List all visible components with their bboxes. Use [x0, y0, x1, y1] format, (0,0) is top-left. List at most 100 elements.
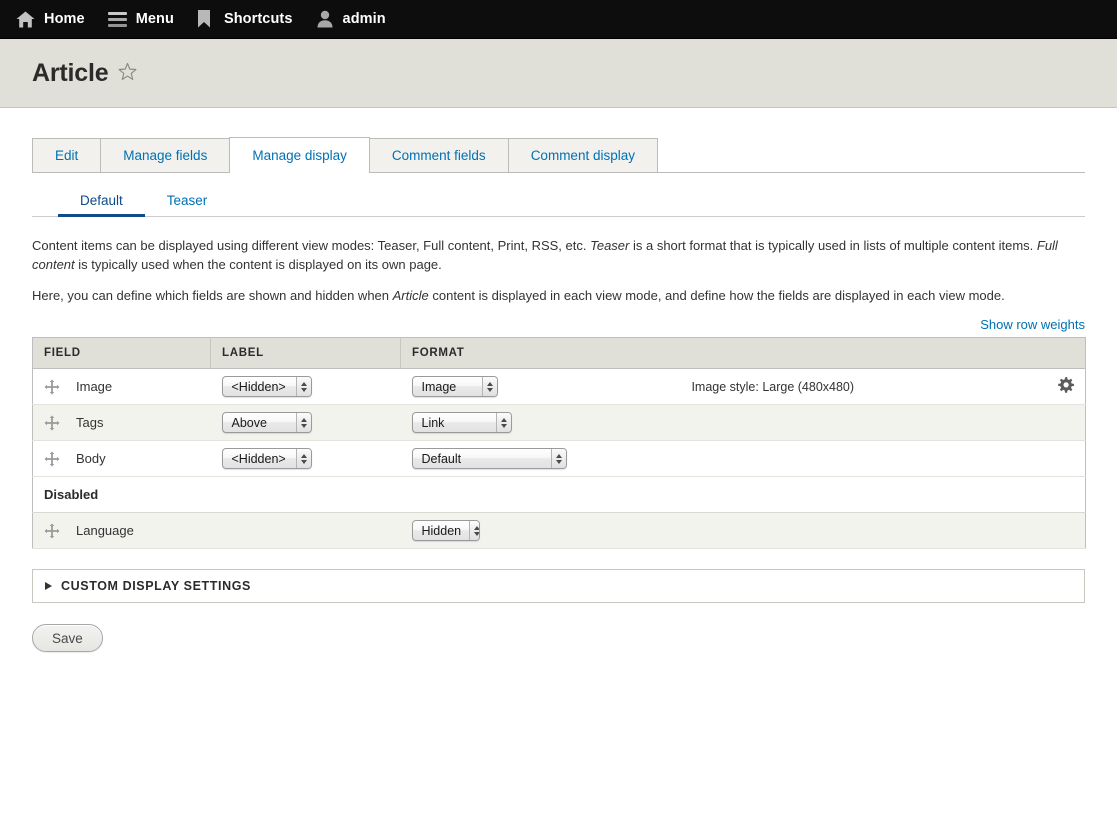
toolbar-item-admin[interactable]: admin: [310, 0, 403, 39]
format-select-language-value: Hidden: [421, 523, 462, 538]
field-label-body: Body: [76, 451, 106, 466]
toolbar-item-menu[interactable]: Menu: [102, 0, 191, 39]
custom-display-settings-label: CUSTOM DISPLAY SETTINGS: [61, 579, 251, 593]
label-select-tags-value: Above: [231, 415, 267, 430]
description-paragraph-2: Here, you can define which fields are sh…: [32, 286, 1085, 305]
triangle-right-icon: [45, 582, 52, 590]
main-content: Edit Manage fields Manage display Commen…: [0, 137, 1117, 652]
field-display-table: FIELD LABEL FORMAT Image <Hidden> Image …: [32, 337, 1086, 549]
field-cell-body: Body: [32, 440, 211, 477]
desc-p2-part-a: Here, you can define which fields are sh…: [32, 288, 393, 303]
label-select-body-value: <Hidden>: [231, 451, 286, 466]
chevron-updown-icon: [481, 377, 497, 396]
format-select-language[interactable]: Hidden: [411, 520, 480, 541]
label-select-image-value: <Hidden>: [231, 379, 286, 394]
page-header: Article: [0, 39, 1117, 108]
column-header-field: FIELD: [32, 337, 211, 369]
format-select-body[interactable]: Default: [411, 448, 567, 469]
desc-p1-part-b: is a short format that is typically used…: [629, 238, 1037, 253]
toolbar-item-shortcuts-label: Shortcuts: [223, 11, 293, 27]
drag-handle-icon[interactable]: [44, 379, 60, 395]
format-select-tags-value: Link: [421, 415, 445, 430]
tab-view-mode-teaser[interactable]: Teaser: [145, 186, 230, 217]
label-cell-tags: Above: [210, 404, 401, 441]
format-select-image[interactable]: Image: [411, 376, 498, 397]
format-cell-language: Hidden: [400, 512, 1086, 549]
table-row-tags: Tags Above Link: [32, 404, 1086, 441]
tab-comment-fields-label: Comment fields: [391, 148, 486, 163]
chevron-updown-icon: [295, 413, 311, 432]
format-select-tags[interactable]: Link: [411, 412, 512, 433]
chevron-updown-icon: [295, 449, 311, 468]
desc-p2-part-b: content is displayed in each view mode, …: [428, 288, 1005, 303]
chevron-updown-icon: [495, 413, 511, 432]
gear-icon[interactable]: [1048, 376, 1074, 397]
label-cell-body: <Hidden>: [210, 440, 401, 477]
menu-icon: [107, 11, 127, 27]
label-cell-language: [210, 512, 401, 549]
star-outline-icon[interactable]: [118, 62, 137, 84]
format-select-image-value: Image: [421, 379, 457, 394]
tab-comment-fields[interactable]: Comment fields: [369, 138, 508, 172]
bookmark-icon: [197, 10, 215, 28]
desc-p2-emphasis-article: Article: [392, 288, 429, 303]
region-label-disabled: Disabled: [32, 476, 1086, 513]
format-select-body-value: Default: [421, 451, 462, 466]
format-summary-image: Image style: Large (480x480): [691, 379, 855, 394]
field-cell-tags: Tags: [32, 404, 211, 441]
tab-manage-fields-label: Manage fields: [123, 148, 208, 163]
label-select-tags[interactable]: Above: [221, 412, 312, 433]
row-weights-container: Show row weights: [32, 317, 1085, 332]
toolbar-item-shortcuts[interactable]: Shortcuts: [191, 0, 310, 39]
tab-view-mode-default-label: Default: [80, 192, 123, 208]
tab-comment-display-label: Comment display: [530, 148, 635, 163]
tab-manage-fields[interactable]: Manage fields: [100, 138, 230, 172]
field-label-image: Image: [76, 379, 113, 394]
toolbar-item-home[interactable]: Home: [10, 0, 102, 39]
primary-tabs: Edit Manage fields Manage display Commen…: [32, 137, 1085, 173]
toolbar-item-menu-label: Menu: [135, 11, 174, 27]
tab-edit[interactable]: Edit: [32, 138, 101, 172]
chevron-updown-icon: [469, 521, 479, 540]
table-row-language: Language Hidden: [32, 512, 1086, 549]
field-label-tags: Tags: [76, 415, 104, 430]
chevron-updown-icon: [550, 449, 566, 468]
secondary-tabs: Default Teaser: [32, 185, 1085, 217]
tab-view-mode-default[interactable]: Default: [58, 186, 145, 217]
label-select-image[interactable]: <Hidden>: [221, 376, 312, 397]
table-body: Image <Hidden> Image Image style: Large …: [32, 368, 1086, 549]
user-icon: [316, 10, 334, 28]
column-header-format: FORMAT: [400, 337, 1086, 369]
field-cell-language: Language: [32, 512, 211, 549]
drag-handle-icon[interactable]: [44, 451, 60, 467]
save-button[interactable]: Save: [32, 624, 103, 652]
drag-handle-icon[interactable]: [44, 415, 60, 431]
tab-comment-display[interactable]: Comment display: [507, 138, 658, 172]
desc-p1-emphasis-teaser: Teaser: [590, 238, 630, 253]
label-cell-image: <Hidden>: [210, 368, 401, 405]
toolbar-item-home-label: Home: [44, 11, 85, 27]
table-header-row: FIELD LABEL FORMAT: [32, 337, 1086, 369]
drag-handle-icon[interactable]: [44, 523, 60, 539]
desc-p1-part-c: is typically used when the content is di…: [74, 257, 442, 272]
format-cell-image: Image Image style: Large (480x480): [400, 368, 1086, 405]
table-row-image: Image <Hidden> Image Image style: Large …: [32, 368, 1086, 405]
show-row-weights-link[interactable]: Show row weights: [980, 317, 1085, 332]
admin-toolbar: Home Menu Shortcuts admin: [0, 0, 1117, 39]
toolbar-item-admin-label: admin: [342, 11, 386, 27]
table-header: FIELD LABEL FORMAT: [32, 337, 1086, 369]
form-actions: Save: [32, 603, 1085, 652]
tab-edit-label: Edit: [55, 148, 79, 163]
label-select-body[interactable]: <Hidden>: [221, 448, 312, 469]
format-cell-tags: Link: [400, 404, 1086, 441]
tab-manage-display[interactable]: Manage display: [229, 137, 370, 173]
field-cell-image: Image: [32, 368, 211, 405]
tab-view-mode-teaser-label: Teaser: [166, 192, 208, 208]
page-title: Article: [32, 58, 109, 87]
chevron-updown-icon: [295, 377, 311, 396]
desc-p1-part-a: Content items can be displayed using dif…: [32, 238, 591, 253]
home-icon: [16, 11, 35, 28]
table-region-row-disabled: Disabled: [32, 476, 1086, 513]
format-cell-body: Default: [400, 440, 1086, 477]
custom-display-settings-toggle[interactable]: CUSTOM DISPLAY SETTINGS: [32, 569, 1085, 603]
